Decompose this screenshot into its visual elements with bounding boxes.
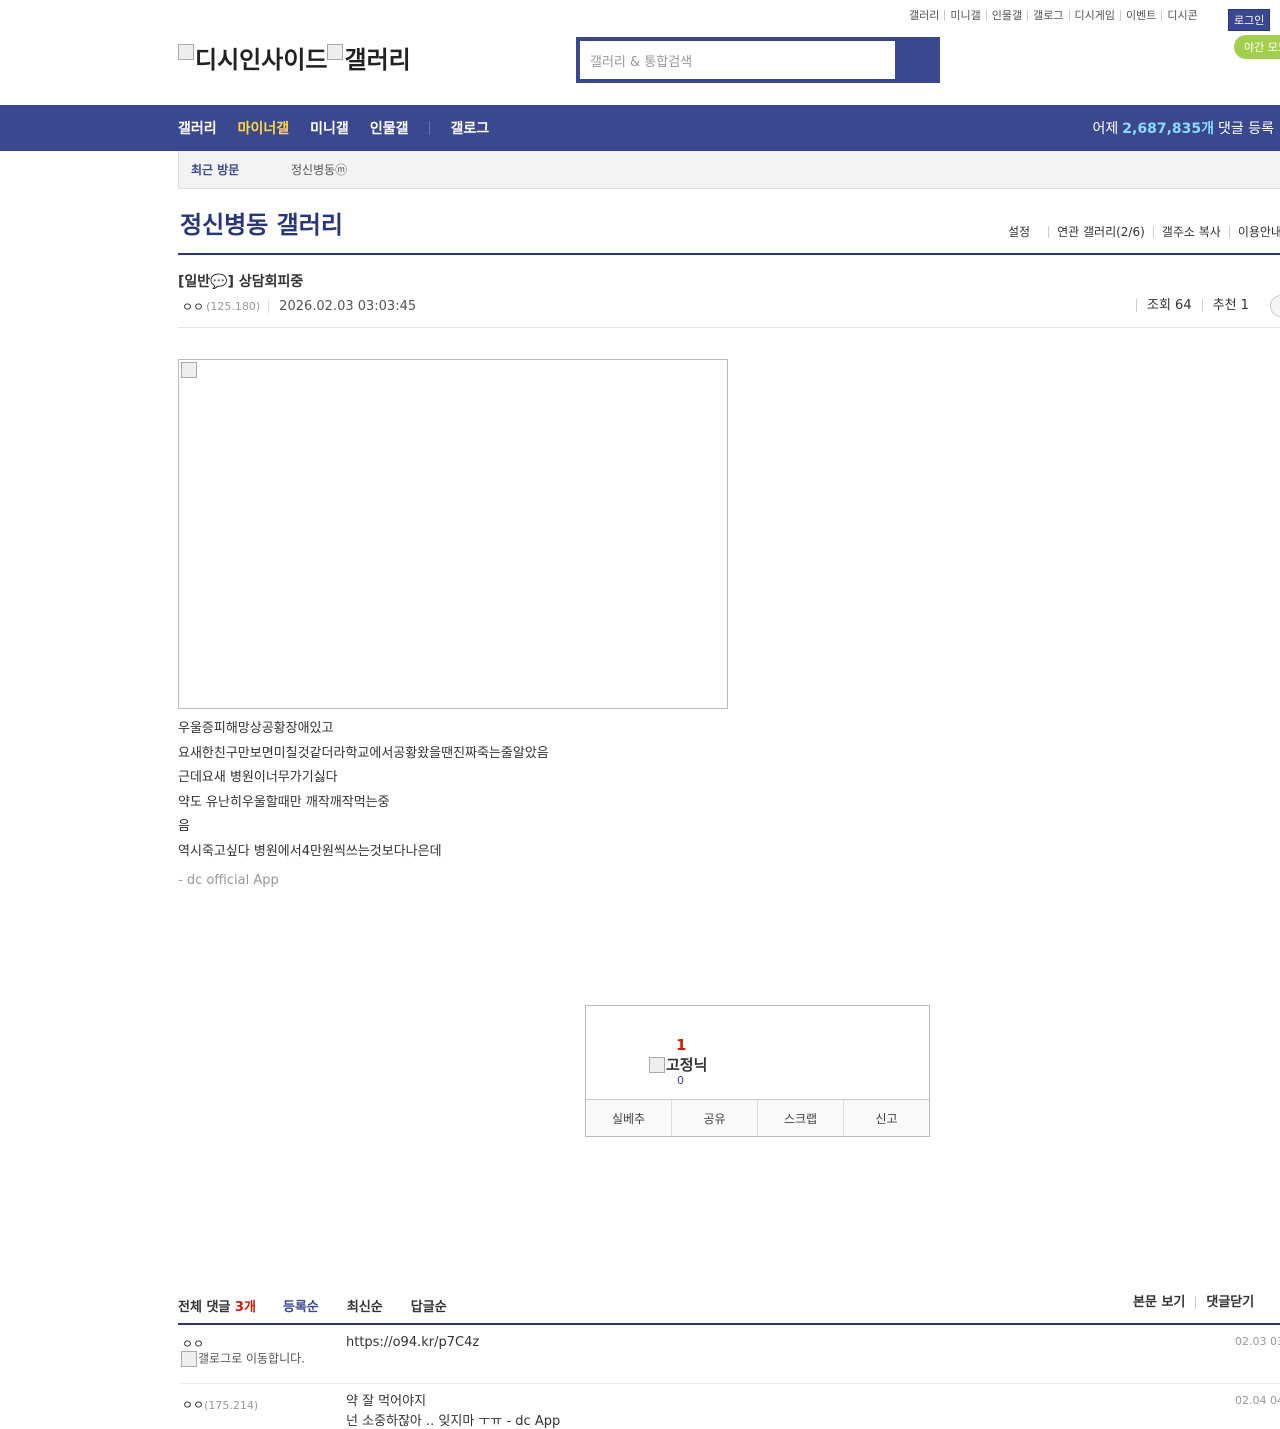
comment-view-options: 본문 보기 댓글닫기: [1123, 1296, 1264, 1309]
gallery-options: 설정 연관 갤러리(2/6) 갤주소 복사 이용안내: [1008, 226, 1280, 238]
recent-title: 최근 방문: [191, 163, 240, 177]
comment-text: https://o94.kr/p7C4z: [346, 1333, 479, 1353]
recent-visits-bar: 최근 방문 정신병동ⓜ: [178, 151, 1280, 189]
recommend-box: 1 고정닉 0 실베추 공유 스크랩 신고: [585, 1005, 930, 1137]
nav-mini[interactable]: 미니갤: [310, 118, 349, 138]
app-signature: - dc official App: [178, 873, 279, 888]
post-line: 근데요새 병원이너무가기싫다: [178, 770, 338, 785]
fixed-nick-recommend: 고정닉: [649, 1054, 707, 1075]
post-line: 우울증피해망상공황장애있고: [178, 721, 334, 736]
post-date: 2026.02.03 03:03:45: [279, 299, 417, 314]
stat-number: 2,687,835개: [1122, 121, 1215, 137]
comment-time: 02.04 04:11:02: [1235, 1394, 1280, 1407]
comment-nick[interactable]: ㅇㅇ: [182, 1335, 204, 1352]
util-link-mini[interactable]: 미니갤: [945, 10, 987, 21]
nav-minor[interactable]: 마이너갤: [238, 118, 290, 138]
post-stats: 조회 64 추천 1: [1136, 295, 1280, 317]
comment-text: 약 잘 먹어야지 넌 소중하잖아 .. 잊지마 ㅜㅠ - dc App: [346, 1392, 560, 1429]
util-link-dccon[interactable]: 디시콘: [1162, 10, 1202, 21]
post-author-ip: (125.180): [206, 300, 270, 313]
comments-header: 전체 댓글 3개 등록순 최신순 답글순 본문 보기 댓글닫기: [178, 1294, 1280, 1324]
post-views: 조회 64: [1136, 299, 1202, 312]
broken-image-icon: [649, 1056, 665, 1073]
close-comments-button[interactable]: 댓글닫기: [1195, 1296, 1264, 1309]
copy-gallery-url-button[interactable]: 갤주소 복사: [1152, 226, 1229, 238]
post-info: ㅇㅇ (125.180) 2026.02.03 03:03:45: [182, 298, 416, 315]
gallery-title-divider: [178, 253, 1280, 255]
fixed-nick-count: 0: [677, 1074, 684, 1087]
comment-time: 02.03 03:04:14: [1235, 1335, 1280, 1348]
comment-line: 넌 소중하잖아 .. 잊지마 ㅜㅠ - dc App: [346, 1414, 561, 1429]
comment-ip: (175.214): [204, 1399, 259, 1412]
scrap-button[interactable]: 스크랩: [757, 1100, 843, 1136]
nav-gallery[interactable]: 갤러리: [178, 118, 217, 138]
gallery-title[interactable]: 정신병동 갤러리: [180, 205, 343, 240]
util-link-person[interactable]: 인물갤: [987, 10, 1029, 21]
sort-replies[interactable]: 답글순: [411, 1296, 447, 1315]
fixed-nick-label: 고정닉: [666, 1056, 708, 1074]
report-button[interactable]: 신고: [843, 1100, 929, 1136]
broken-image-icon: [181, 362, 197, 378]
comments-total: 전체 댓글 3개: [178, 1296, 256, 1315]
nav-person[interactable]: 인물갤: [370, 118, 409, 138]
comment-item: ㅇㅇ 갤로그로 이동합니다. https://o94.kr/p7C4z 02.0…: [178, 1325, 1280, 1384]
util-nav: 갤러리 미니갤 인물갤 갤로그 디시게임 이벤트 디시콘: [904, 10, 1203, 21]
broken-image-icon: [181, 1351, 197, 1367]
night-mode-button[interactable]: 야간 모드: [1234, 35, 1280, 59]
best-recommend-button[interactable]: 실베추: [586, 1100, 671, 1136]
comment-stat: 어제 2,687,835개 댓글 등록: [1093, 105, 1274, 151]
comment-nick[interactable]: ㅇㅇ(175.214): [182, 1396, 258, 1413]
util-link-gallog[interactable]: 갤로그: [1028, 10, 1070, 21]
gallog-alt-text: 갤로그로 이동합니다.: [198, 1351, 305, 1366]
recent-item[interactable]: 정신병동ⓜ: [291, 161, 347, 178]
post-line: 음: [178, 819, 190, 834]
nav-gallog[interactable]: 갤로그: [450, 118, 489, 138]
comment-line[interactable]: https://o94.kr/p7C4z: [346, 1333, 479, 1353]
post-author[interactable]: ㅇㅇ: [182, 298, 204, 315]
stat-suffix: 댓글 등록: [1218, 121, 1274, 137]
util-link-game[interactable]: 디시게임: [1070, 10, 1121, 21]
post-header-divider: [178, 327, 1280, 328]
comment-item: ㅇㅇ(175.214) 약 잘 먹어야지 넌 소중하잖아 .. 잊지마 ㅜㅠ -…: [178, 1384, 1280, 1429]
post-line: 요새한친구만보면미칠것같더라학교에서공황왔을땐진짜죽는줄알았음: [178, 745, 549, 761]
logo-gallery-text: 갤러리: [344, 46, 411, 74]
main-nav: 갤러리 마이너갤 미니갤 인물갤 갤로그 어제 2,687,835개 댓글 등록: [0, 105, 1280, 151]
comments-total-label: 전체 댓글: [178, 1300, 231, 1315]
search-box: 갤러리 & 통합검색: [576, 37, 940, 83]
related-gallery-button[interactable]: 연관 갤러리(2/6): [1048, 226, 1153, 238]
comment-sort: 등록순 최신순 답글순: [283, 1296, 475, 1315]
post-title: [일반💬] 상담회피중: [178, 274, 304, 290]
broken-image-icon: [327, 43, 344, 60]
util-link-gallery[interactable]: 갤러리: [904, 10, 946, 21]
recommend-count: 1: [676, 1036, 687, 1054]
post-image[interactable]: [178, 359, 728, 709]
post-line: 약도 유난히우울할때만 깨작깨작먹는중: [178, 794, 390, 810]
site-logo[interactable]: 디시인사이드 갤러리: [178, 40, 411, 75]
login-button[interactable]: 로그인: [1228, 9, 1271, 31]
search-input[interactable]: 갤러리 & 통합검색: [580, 41, 895, 79]
post-line: 역시죽고싶다 병원에서4만원씩쓰는것보다나은데: [178, 843, 442, 859]
comment-shortcut-icon[interactable]: [1270, 295, 1280, 317]
view-body-button[interactable]: 본문 보기: [1123, 1296, 1195, 1309]
post-recommend: 추천 1: [1201, 299, 1259, 312]
logo-text: 디시인사이드: [195, 46, 328, 74]
sort-latest[interactable]: 최신순: [347, 1296, 383, 1315]
util-link-event[interactable]: 이벤트: [1121, 10, 1163, 21]
comments-total-count: 3개: [234, 1300, 256, 1315]
broken-image-icon: [178, 43, 194, 60]
comment-line: 약 잘 먹어야지: [346, 1394, 427, 1409]
nav-divider: [429, 121, 431, 135]
stat-prefix: 어제: [1092, 121, 1119, 137]
usage-guide-button[interactable]: 이용안내: [1228, 226, 1280, 238]
post-body: 우울증피해망상공황장애있고 요새한친구만보면미칠것같더라학교에서공황왔을땐진짜죽…: [178, 717, 549, 894]
comment-nick-name: ㅇㅇ: [182, 1398, 205, 1412]
gallog-link[interactable]: 갤로그로 이동합니다.: [181, 1351, 311, 1367]
search-button[interactable]: [895, 41, 936, 79]
gallery-settings-button[interactable]: 설정: [1008, 226, 1048, 238]
share-button[interactable]: 공유: [671, 1100, 757, 1136]
recommend-actions: 실베추 공유 스크랩 신고: [586, 1099, 929, 1136]
sort-registered[interactable]: 등록순: [283, 1296, 319, 1315]
